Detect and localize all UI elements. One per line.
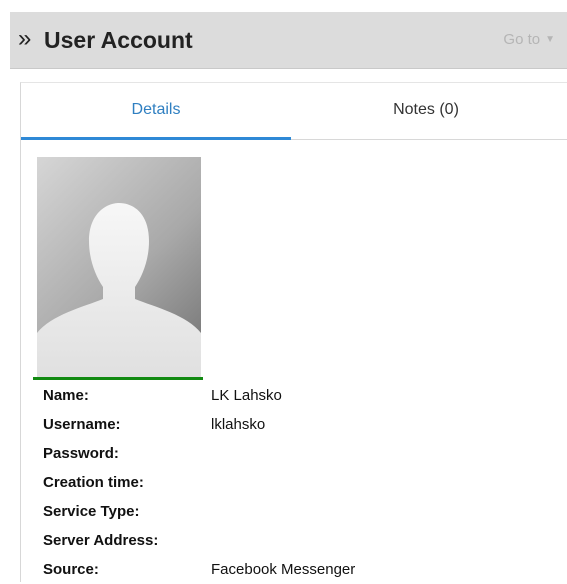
user-account-window: » User Account Go to ▼ Details Notes (0) [0, 0, 567, 582]
detail-row-password: Password: [21, 439, 567, 468]
avatar-silhouette [37, 203, 201, 377]
detail-row-username: Username: lklahsko [21, 410, 567, 439]
detail-row-server-address: Server Address: [21, 526, 567, 555]
detail-label: Server Address: [43, 532, 159, 549]
user-silhouette-icon [37, 157, 201, 377]
detail-row-source: Source: Facebook Messenger [21, 555, 567, 584]
detail-label: Password: [43, 445, 119, 462]
detail-label: Source: [43, 561, 99, 578]
tab-details[interactable]: Details [21, 83, 291, 139]
tab-notes[interactable]: Notes (0) [291, 83, 561, 139]
detail-value: lklahsko [211, 416, 266, 433]
goto-dropdown[interactable]: Go to ▼ [503, 31, 555, 49]
detail-row-service-type: Service Type: [21, 497, 567, 526]
header-bar: » User Account Go to ▼ [10, 12, 567, 69]
page-title: User Account [44, 27, 193, 53]
account-details-list: Name: LK Lahsko Username: lklahsko Passw… [21, 381, 567, 584]
detail-label: Service Type: [43, 503, 140, 520]
detail-label: Creation time: [43, 474, 144, 491]
goto-label: Go to [503, 31, 541, 48]
caret-down-icon: ▼ [545, 34, 555, 45]
active-tab-indicator [21, 137, 291, 140]
details-panel: Details Notes (0) Name: LK Lahsko Userna… [20, 82, 567, 582]
detail-value: LK Lahsko [211, 387, 282, 404]
detail-row-name: Name: LK Lahsko [21, 381, 567, 410]
detail-label: Username: [43, 416, 121, 433]
double-chevron-icon[interactable]: » [18, 26, 31, 52]
avatar-status-bar [33, 377, 203, 380]
detail-value: Facebook Messenger [211, 561, 356, 578]
detail-row-creation-time: Creation time: [21, 468, 567, 497]
detail-label: Name: [43, 387, 89, 404]
tab-bar: Details Notes (0) [21, 83, 567, 140]
